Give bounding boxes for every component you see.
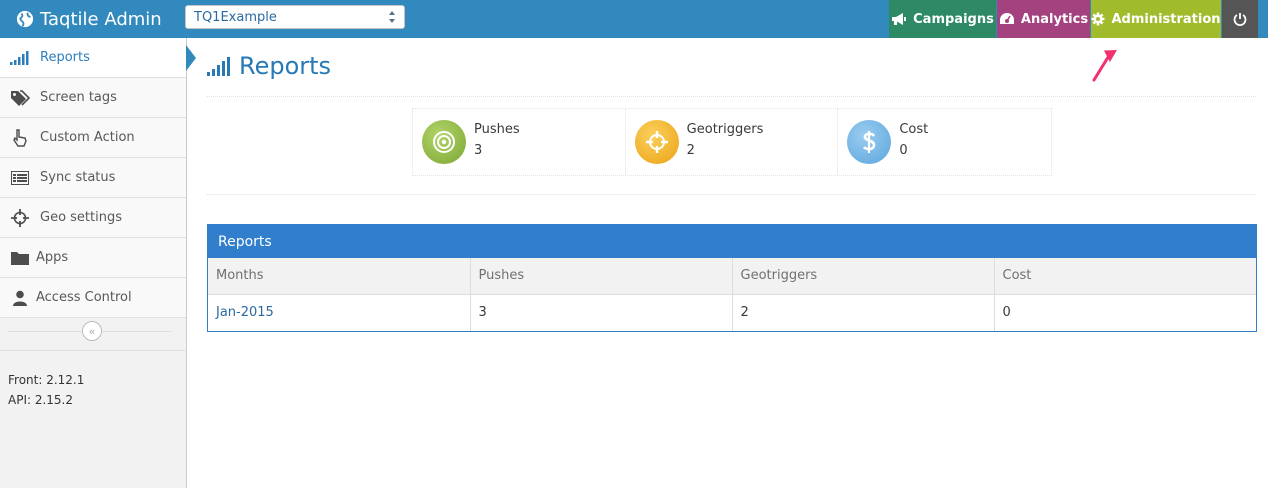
- divider: [207, 96, 1256, 97]
- target-icon: [422, 120, 466, 164]
- pointer-hand-icon: [10, 128, 30, 147]
- sidebar-item-reports[interactable]: Reports: [0, 38, 186, 78]
- sidebar-item-geo-settings[interactable]: Geo settings: [0, 198, 186, 238]
- stat-value: 3: [474, 143, 483, 158]
- stat-value: 2: [686, 143, 695, 158]
- nav-campaigns-button[interactable]: Campaigns: [889, 0, 996, 38]
- sidebar-item-label: Access Control: [36, 290, 132, 305]
- stat-cost: Cost 0: [838, 109, 1051, 175]
- stat-label: Geotriggers: [686, 122, 764, 137]
- table-cell: 2: [732, 294, 995, 331]
- table-header-row: Months Pushes Geotriggers Cost: [208, 258, 1256, 295]
- stat-value: 0: [899, 143, 908, 158]
- app-title: Taqtile Admin: [40, 8, 162, 30]
- select-arrows-icon: [389, 11, 395, 23]
- dashboard-icon: [999, 13, 1014, 24]
- sidebar-item-label: Sync status: [40, 170, 116, 185]
- column-header[interactable]: Pushes: [470, 258, 733, 295]
- sidebar-item-apps[interactable]: Apps: [0, 238, 186, 278]
- version-info: Front: 2.12.1 API: 2.15.2: [8, 370, 84, 410]
- sidebar-item-sync-status[interactable]: Sync status: [0, 158, 186, 198]
- crosshairs-icon: [634, 120, 679, 164]
- app-select-value: TQ1Example: [194, 9, 277, 25]
- top-navbar: Taqtile Admin TQ1Example Campaigns Analy…: [0, 0, 1268, 38]
- logout-button[interactable]: [1222, 0, 1258, 38]
- table-row: Jan-2015 3 2 0: [208, 294, 1256, 331]
- sidebar-item-label: Reports: [40, 50, 90, 65]
- sidebar-collapse-row: «: [0, 318, 186, 344]
- nav-administration-label: Administration: [1111, 11, 1221, 27]
- nav-campaigns-label: Campaigns: [913, 11, 994, 27]
- folder-icon: [10, 249, 30, 267]
- column-header[interactable]: Months: [208, 258, 471, 295]
- globe-icon: [16, 10, 34, 28]
- api-version: API: 2.15.2: [8, 393, 74, 407]
- stat-geotriggers: Geotriggers 2: [626, 109, 839, 175]
- nav-administration-button[interactable]: Administration: [1091, 0, 1221, 38]
- tags-icon: [10, 89, 30, 107]
- table-cell: 3: [470, 294, 733, 331]
- sidebar-item-label: Apps: [36, 250, 69, 265]
- divider: [0, 350, 186, 351]
- brand[interactable]: Taqtile Admin: [16, 0, 162, 38]
- sidebar-item-screen-tags[interactable]: Screen tags: [0, 78, 186, 118]
- sidebar-item-access-control[interactable]: Access Control: [0, 278, 186, 318]
- column-header[interactable]: Geotriggers: [732, 258, 995, 295]
- sidebar-item-custom-action[interactable]: Custom Action: [0, 118, 186, 158]
- stat-label: Pushes: [474, 122, 520, 137]
- front-version: Front: 2.12.1: [8, 373, 85, 387]
- divider: [207, 194, 1256, 195]
- reports-table: Months Pushes Geotriggers Cost Jan-2015 …: [208, 258, 1256, 331]
- dollar-icon: [847, 120, 892, 164]
- signal-icon: [207, 57, 230, 76]
- signal-icon: [10, 49, 30, 67]
- gear-icon: [1091, 12, 1105, 26]
- table-title: Reports: [208, 225, 1256, 258]
- table-cell: 0: [1002, 305, 1011, 321]
- column-header[interactable]: Cost: [994, 258, 1256, 295]
- month-link[interactable]: Jan-2015: [208, 294, 471, 331]
- sidebar-item-label: Geo settings: [40, 210, 122, 225]
- app-select[interactable]: TQ1Example: [185, 5, 405, 29]
- user-icon: [10, 289, 30, 307]
- stat-pushes: Pushes 3: [413, 109, 626, 175]
- annotation-arrow-icon: [1092, 49, 1117, 82]
- stat-label: Cost: [899, 122, 929, 137]
- page-title-text: Reports: [239, 52, 332, 80]
- sidebar: Reports Screen tags Custom Action Sync s…: [0, 38, 187, 488]
- crosshairs-icon: [10, 208, 30, 227]
- bullhorn-icon: [892, 13, 907, 25]
- stats-summary: Pushes 3 Geotriggers 2 Cost 0: [412, 108, 1052, 176]
- nav-analytics-label: Analytics: [1020, 11, 1089, 27]
- double-chevron-left-icon: «: [88, 324, 96, 338]
- nav-analytics-button[interactable]: Analytics: [997, 0, 1090, 38]
- page-title: Reports: [207, 52, 331, 80]
- list-icon: [10, 169, 30, 187]
- sidebar-collapse-button[interactable]: «: [82, 321, 102, 341]
- sidebar-item-label: Custom Action: [40, 130, 135, 145]
- sidebar-item-label: Screen tags: [40, 90, 117, 105]
- power-icon: [1233, 13, 1247, 26]
- reports-table-panel: Reports Months Pushes Geotriggers Cost J…: [207, 224, 1257, 332]
